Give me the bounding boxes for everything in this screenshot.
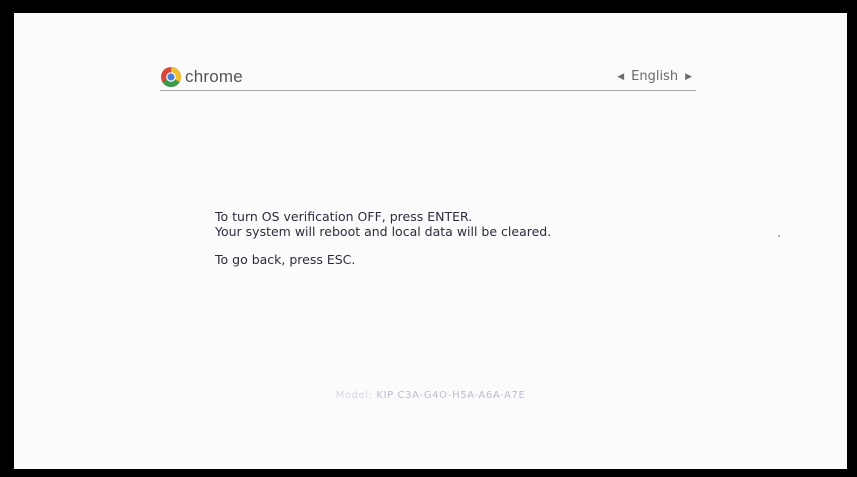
- screen-speck: [778, 235, 780, 237]
- chrome-brand: chrome: [160, 66, 243, 88]
- model-code: KIP C3A-G4O-H5A-A6A-A7E: [376, 390, 526, 401]
- brand-text: chrome: [185, 67, 243, 86]
- recovery-screen: chrome ◀ English ▶ To turn OS verificati…: [14, 13, 847, 469]
- model-info: Model: KIP C3A-G4O-H5A-A6A-A7E: [14, 390, 847, 401]
- language-selector[interactable]: ◀ English ▶: [617, 69, 692, 84]
- verification-message: To turn OS verification OFF, press ENTER…: [215, 209, 551, 267]
- language-label[interactable]: English: [631, 69, 678, 84]
- monitor-frame: chrome ◀ English ▶ To turn OS verificati…: [0, 0, 857, 477]
- message-line-reboot: Your system will reboot and local data w…: [215, 224, 552, 239]
- model-label: Model:: [335, 390, 373, 401]
- header-bar: chrome ◀ English ▶: [160, 64, 696, 91]
- chrome-logo-icon: [161, 67, 181, 87]
- triangle-left-icon[interactable]: ◀: [617, 72, 624, 82]
- triangle-right-icon[interactable]: ▶: [685, 72, 692, 82]
- message-line-enter: To turn OS verification OFF, press ENTER…: [215, 209, 473, 224]
- message-line-esc: To go back, press ESC.: [215, 252, 356, 267]
